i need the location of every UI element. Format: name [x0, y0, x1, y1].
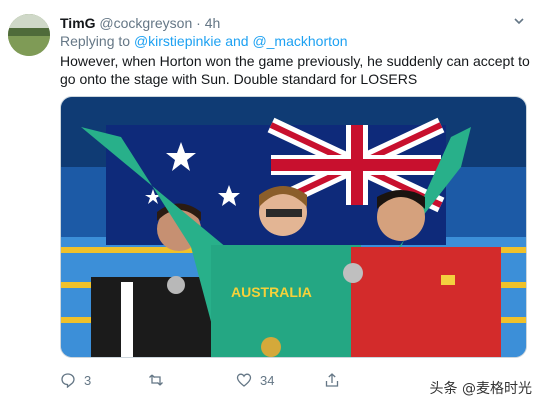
timestamp[interactable]: 4h — [205, 15, 221, 31]
share-icon — [325, 373, 339, 387]
reply-count: 3 — [84, 372, 92, 388]
photo-text: AUSTRALIA — [231, 284, 312, 300]
tweet-photo[interactable]: AUSTRALIA — [60, 96, 527, 358]
chevron-down-icon[interactable] — [512, 14, 526, 28]
user-handle[interactable]: @cockgreyson — [99, 15, 192, 31]
retweet-icon — [149, 374, 163, 386]
like-count: 34 — [260, 372, 275, 388]
tweet-header: TimG @cockgreyson · 4h — [60, 14, 220, 32]
mention-link-2[interactable]: @_mackhorton — [252, 33, 347, 49]
mention-link-1[interactable]: @kirstiepinkie — [134, 33, 221, 49]
tweet-text: However, when Horton won the game previo… — [60, 53, 530, 87]
like-button[interactable]: 34 — [236, 372, 274, 388]
mention-joiner: and — [225, 33, 249, 49]
share-button[interactable] — [324, 372, 340, 388]
reply-icon — [61, 373, 75, 388]
tweet-card[interactable]: TimG @cockgreyson · 4h Replying to @kirs… — [0, 0, 540, 405]
replying-to: Replying to @kirstiepinkie and @_mackhor… — [60, 33, 348, 49]
separator: · — [196, 15, 201, 31]
retweet-button[interactable] — [148, 372, 172, 388]
avatar[interactable] — [8, 14, 50, 56]
replying-prefix: Replying to — [60, 33, 131, 49]
display-name[interactable]: TimG — [60, 15, 96, 31]
watermark: 头条 @麦格时光 — [429, 381, 532, 397]
reply-button[interactable]: 3 — [60, 372, 91, 388]
heart-icon — [236, 373, 252, 387]
